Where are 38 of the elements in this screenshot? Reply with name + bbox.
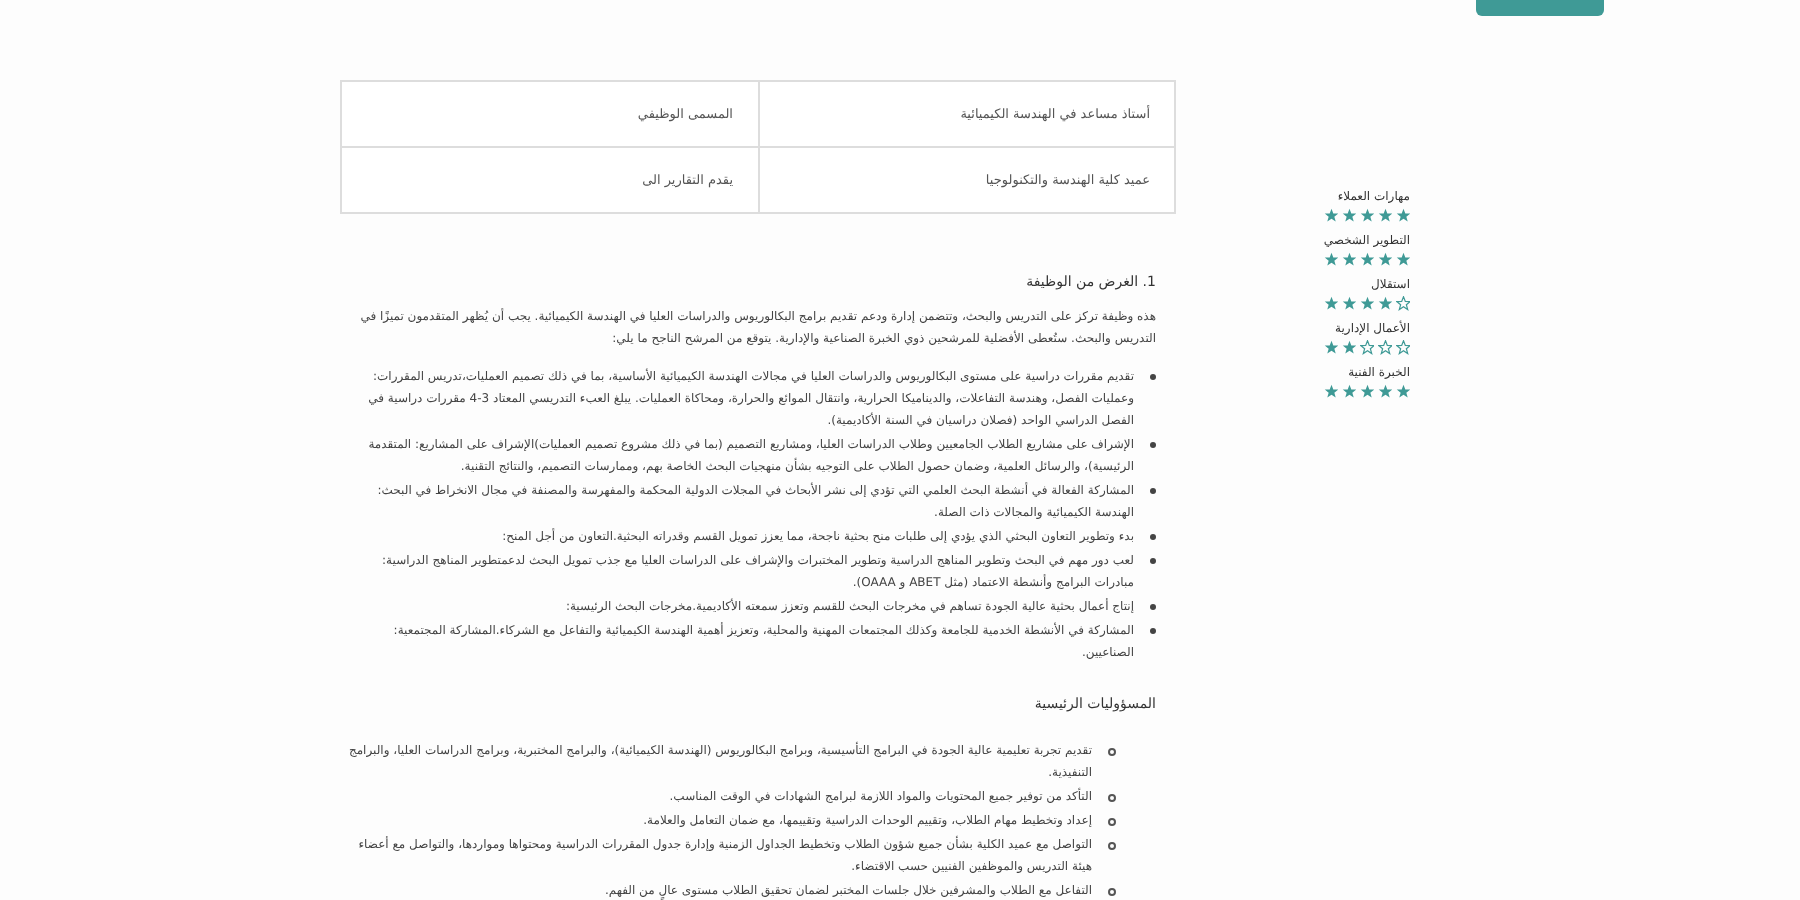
filled-star-icon	[1377, 208, 1392, 224]
bullet-icon	[1150, 628, 1156, 634]
filled-star-icon	[1377, 296, 1392, 312]
empty-star-icon	[1377, 340, 1392, 356]
filled-star-icon	[1323, 252, 1338, 268]
filled-star-icon	[1377, 252, 1392, 268]
filled-star-icon	[1323, 296, 1338, 312]
filled-star-icon	[1341, 208, 1356, 224]
bullet-icon	[1150, 442, 1156, 448]
filled-star-icon	[1341, 340, 1356, 356]
bullet-icon	[1108, 818, 1116, 826]
bullet-icon	[1150, 604, 1156, 610]
filled-star-icon	[1323, 340, 1338, 356]
action-button[interactable]	[1476, 0, 1604, 16]
filled-star-icon	[1323, 208, 1338, 224]
filled-star-icon	[1359, 296, 1374, 312]
filled-star-icon	[1359, 252, 1374, 268]
bullet-icon	[1150, 374, 1156, 380]
filled-star-icon	[1323, 384, 1338, 400]
filled-star-icon	[1341, 384, 1356, 400]
bullet-icon	[1108, 748, 1116, 756]
filled-star-icon	[1359, 384, 1374, 400]
filled-star-icon	[1377, 384, 1392, 400]
empty-star-icon	[1395, 340, 1410, 356]
bullet-icon	[1150, 534, 1156, 540]
bullet-icon	[1108, 888, 1116, 896]
filled-star-icon	[1341, 252, 1356, 268]
filled-star-icon	[1395, 384, 1410, 400]
filled-star-icon	[1395, 208, 1410, 224]
bullet-icon	[1108, 842, 1116, 850]
filled-star-icon	[1341, 296, 1356, 312]
filled-star-icon	[1359, 208, 1374, 224]
bullet-icon	[1150, 558, 1156, 564]
empty-star-icon	[1359, 340, 1374, 356]
bullet-icon	[1108, 794, 1116, 802]
bullet-icon	[1150, 488, 1156, 494]
filled-star-icon	[1395, 252, 1410, 268]
empty-star-icon	[1395, 296, 1410, 312]
